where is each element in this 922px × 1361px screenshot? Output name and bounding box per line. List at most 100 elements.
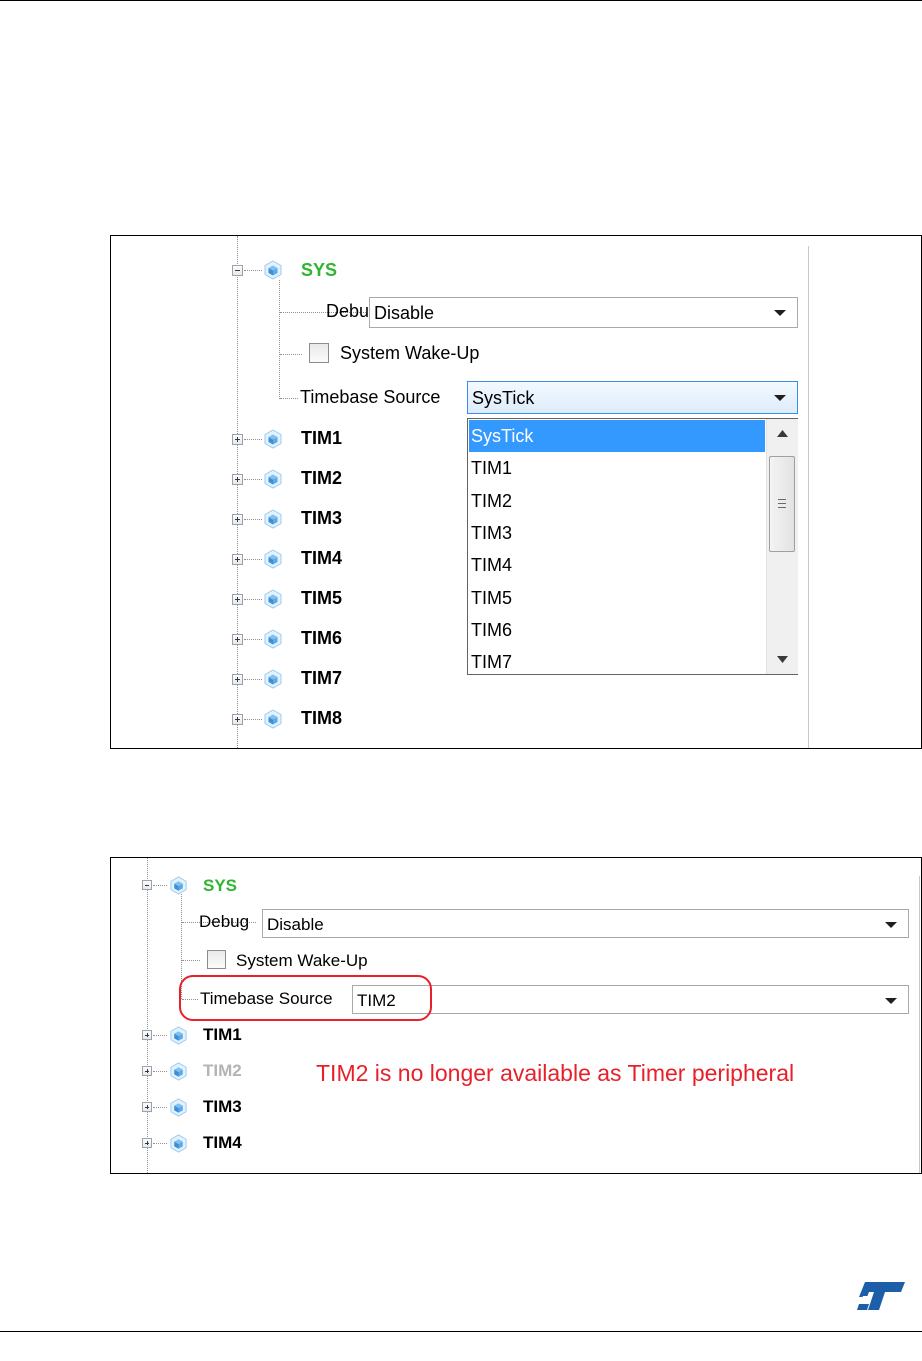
- chevron-down-icon[interactable]: [774, 310, 786, 316]
- expand-toggle-icon[interactable]: [232, 553, 243, 565]
- cube-icon: [263, 669, 283, 689]
- cube-icon: [169, 1062, 188, 1081]
- chevron-down-icon[interactable]: [885, 922, 897, 928]
- tree-item-label: TIM1: [203, 1024, 242, 1044]
- timebase-source-label: Timebase Source: [300, 387, 441, 407]
- tree-item-label: TIM5: [301, 588, 343, 608]
- tree-connector: [153, 1107, 167, 1108]
- chevron-down-icon[interactable]: [885, 998, 897, 1004]
- tree-connector: [244, 519, 262, 520]
- expand-toggle-icon[interactable]: [232, 633, 243, 645]
- tree-item-label: TIM4: [301, 548, 343, 568]
- expand-toggle-icon[interactable]: [142, 1138, 152, 1148]
- dropdown-scrollbar[interactable]: [766, 419, 798, 674]
- panel-timebase-dropdown: SYS Debug Disable System Wake-Up Timebas…: [110, 235, 922, 749]
- tree-connector: [147, 858, 148, 1173]
- dropdown-option-tim2[interactable]: TIM2: [469, 485, 759, 517]
- tree-item-label: TIM3: [301, 508, 343, 528]
- dropdown-option-tim1[interactable]: TIM1: [469, 452, 759, 484]
- tree-connector: [153, 1035, 167, 1036]
- system-wakeup-label: System Wake-Up: [236, 951, 368, 970]
- cube-icon: [263, 589, 283, 609]
- collapse-toggle-icon[interactable]: [232, 265, 243, 276]
- tree-connector: [244, 599, 262, 600]
- dropdown-option-tim5[interactable]: TIM5: [469, 582, 759, 614]
- dropdown-option-tim6[interactable]: TIM6: [469, 614, 759, 646]
- timebase-source-select[interactable]: SysTick: [467, 381, 798, 414]
- dropdown-option-systick[interactable]: SysTick: [469, 420, 765, 452]
- cube-icon: [169, 1098, 188, 1117]
- cube-icon: [263, 549, 283, 569]
- collapse-toggle-icon[interactable]: [142, 880, 152, 890]
- debug-select[interactable]: Disable: [369, 297, 798, 328]
- expand-toggle-icon[interactable]: [142, 1102, 152, 1112]
- expand-toggle-icon[interactable]: [232, 713, 243, 725]
- tree-connector: [244, 639, 262, 640]
- tree-connector: [244, 719, 262, 720]
- tree-connector: [279, 280, 280, 399]
- tree-connector: [153, 885, 167, 886]
- panel-timebase-selected: SYS Debug Disable System Wake-Up Timebas…: [110, 857, 922, 1174]
- system-wakeup-label: System Wake-Up: [340, 343, 480, 363]
- cube-icon: [263, 260, 283, 280]
- dropdown-option-tim4[interactable]: TIM4: [469, 549, 759, 581]
- annotation-text: TIM2 is no longer available as Timer per…: [316, 1060, 795, 1086]
- tree-connector: [244, 559, 262, 560]
- tree-connector: [280, 398, 298, 399]
- debug-select[interactable]: Disable: [262, 909, 909, 938]
- scroll-up-icon[interactable]: [777, 430, 788, 437]
- tree-connector: [153, 1143, 167, 1144]
- cube-icon: [169, 1134, 188, 1153]
- cube-icon: [263, 709, 283, 729]
- tree-connector: [244, 679, 262, 680]
- tree-item-label: TIM2: [203, 1060, 242, 1080]
- debug-select-value: Disable: [267, 915, 324, 934]
- st-logo: [857, 1282, 905, 1310]
- tree-item-label: TIM8: [301, 708, 343, 728]
- bottom-rule: [0, 1331, 922, 1332]
- cube-icon: [169, 1026, 188, 1045]
- panel-separator: [808, 246, 809, 748]
- cube-icon: [263, 629, 283, 649]
- tree-item-label: TIM2: [301, 468, 343, 488]
- timebase-source-select[interactable]: TIM2: [352, 985, 909, 1014]
- chevron-down-icon[interactable]: [774, 395, 786, 401]
- cube-icon: [263, 469, 283, 489]
- sys-label: SYS: [301, 260, 338, 280]
- expand-toggle-icon[interactable]: [142, 1030, 152, 1040]
- tree-item-label: TIM4: [203, 1132, 242, 1152]
- expand-toggle-icon[interactable]: [232, 433, 243, 445]
- dropdown-option-tim7[interactable]: TIM7: [469, 646, 759, 678]
- debug-label: Debug: [199, 912, 250, 931]
- debug-select-value: Disable: [374, 303, 435, 323]
- tree-connector: [244, 439, 262, 440]
- scroll-down-icon[interactable]: [777, 656, 788, 663]
- scroll-thumb[interactable]: [769, 456, 795, 552]
- tree-connector: [244, 270, 262, 271]
- timebase-dropdown-list[interactable]: SysTick TIM1 TIM2 TIM3 TIM4 TIM5 TIM6 TIM7: [467, 418, 798, 675]
- cube-icon: [263, 429, 283, 449]
- highlight-oval: [179, 975, 432, 1021]
- expand-toggle-icon[interactable]: [232, 473, 243, 485]
- panel-separator: [919, 876, 920, 1173]
- cube-icon: [169, 876, 188, 895]
- tree-connector: [153, 1071, 167, 1072]
- tree-item-label: TIM6: [301, 628, 343, 648]
- top-rule: [0, 0, 922, 1]
- system-wakeup-checkbox[interactable]: [309, 343, 329, 363]
- tree-connector: [182, 960, 200, 961]
- tree-connector: [237, 236, 238, 748]
- sys-label: SYS: [203, 876, 238, 895]
- timebase-source-value: SysTick: [472, 388, 535, 408]
- expand-toggle-icon[interactable]: [232, 593, 243, 605]
- dropdown-option-tim3[interactable]: TIM3: [469, 517, 759, 549]
- expand-toggle-icon[interactable]: [142, 1066, 152, 1076]
- tree-item-label: TIM7: [301, 668, 343, 688]
- tree-connector: [280, 354, 302, 355]
- cube-icon: [263, 509, 283, 529]
- expand-toggle-icon[interactable]: [232, 513, 243, 525]
- tree-item-label: TIM3: [203, 1096, 242, 1116]
- tree-connector: [244, 479, 262, 480]
- system-wakeup-checkbox[interactable]: [207, 950, 226, 969]
- expand-toggle-icon[interactable]: [232, 673, 243, 685]
